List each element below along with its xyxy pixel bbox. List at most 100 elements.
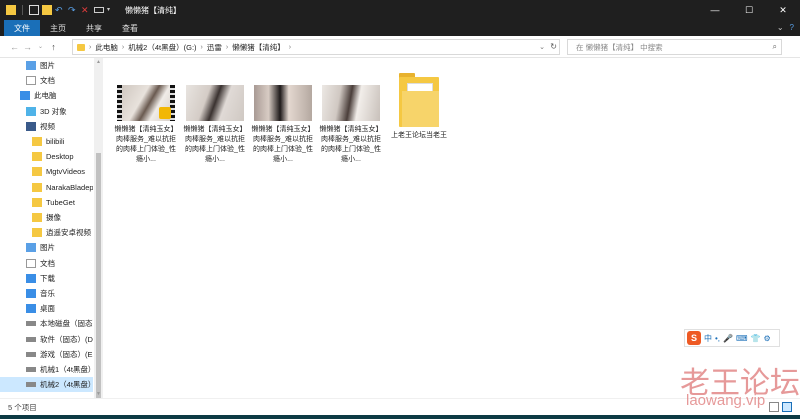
folder-icon xyxy=(32,197,42,207)
tab-file[interactable]: 文件 xyxy=(4,20,40,36)
folder-icon xyxy=(32,228,42,238)
sidebar-item[interactable]: 机械1（4t黑盘） xyxy=(0,362,93,377)
tab-home[interactable]: 主页 xyxy=(40,20,76,36)
file-name: 懒懒猪【清纯玉女】肉棒服务_难以抗拒的肉棒上门体验_性瘾小... xyxy=(183,126,247,163)
sidebar-scrollbar[interactable]: ▲ ▼ xyxy=(94,58,103,398)
downloads-icon xyxy=(26,273,36,283)
sidebar-item[interactable]: 图片 xyxy=(0,58,93,73)
sidebar-item[interactable]: 软件（固态）(D xyxy=(0,332,93,347)
sidebar-item-label: 摄像 xyxy=(46,213,61,222)
sidebar-item[interactable]: 此电脑 xyxy=(0,88,93,103)
search-icon: ⌕ xyxy=(772,42,777,51)
sidebar-item[interactable]: 本地磁盘（固态） xyxy=(0,316,93,331)
desktop-background xyxy=(0,415,800,419)
minimize-button[interactable]: — xyxy=(698,0,732,20)
delete-icon[interactable]: ✕ xyxy=(81,5,91,15)
pictures-icon xyxy=(26,243,36,253)
close-button[interactable]: ✕ xyxy=(766,0,800,20)
sidebar-item[interactable]: TubeGet xyxy=(0,195,93,210)
up-arrow-icon[interactable]: ↑ xyxy=(47,42,60,52)
videos-icon xyxy=(26,121,36,131)
scroll-up-icon[interactable]: ▲ xyxy=(95,59,102,65)
folder-icon xyxy=(32,167,42,177)
music-icon xyxy=(26,289,36,298)
sidebar-item[interactable]: 桌面 xyxy=(0,301,93,316)
ribbon-tabs: 文件 主页 共享 查看 ⌄ ? xyxy=(0,20,800,36)
sogou-logo-icon[interactable]: S xyxy=(687,331,701,345)
large-icons-view-button[interactable] xyxy=(782,402,792,412)
watermark-url: laowang.vip xyxy=(686,392,766,409)
sidebar-item-label: 音乐 xyxy=(40,289,55,298)
sidebar-item[interactable]: NarakaBladepoint xyxy=(0,180,93,195)
file-item[interactable]: 懒懒猪【清纯玉女】肉棒服务_难以抗拒的肉棒上门体验_性瘾小... xyxy=(319,85,383,165)
expand-ribbon-icon[interactable]: ⌄ xyxy=(777,23,784,32)
rename-icon[interactable] xyxy=(94,7,104,13)
navigation-pane: 机械2（4t黑盘） 机械1（4t黑盘） 游戏（固态）(E 软件（固态）(D 本地磁盘（固… xyxy=(0,58,103,398)
video-thumbnail xyxy=(186,85,244,121)
sidebar-item[interactable]: 摄像 xyxy=(0,210,93,225)
sidebar-item-label: 本地磁盘（固态） xyxy=(40,319,93,329)
scroll-down-icon[interactable]: ▼ xyxy=(95,391,102,397)
chevron-right-icon: › xyxy=(288,43,292,51)
file-item[interactable]: 懒懒猪【清纯玉女】肉棒服务_难以抗拒的肉棒上门体验_性瘾小... xyxy=(114,85,178,165)
pictures-icon xyxy=(26,61,36,70)
sidebar-item[interactable]: MgtvVideos xyxy=(0,164,93,179)
sidebar-item[interactable]: 文档 xyxy=(0,256,93,271)
ime-mode-toggle[interactable]: 中 xyxy=(704,333,712,344)
settings-icon[interactable]: ⚙ xyxy=(764,334,771,343)
sidebar-item[interactable]: 游戏（固态）(E xyxy=(0,347,93,362)
properties-icon[interactable] xyxy=(29,5,39,15)
refresh-icon[interactable]: ↻ xyxy=(550,42,557,51)
sidebar-item-label: MgtvVideos xyxy=(46,167,86,177)
tab-share[interactable]: 共享 xyxy=(76,20,112,36)
sidebar-item[interactable]: Desktop xyxy=(0,149,93,164)
details-view-button[interactable] xyxy=(769,402,779,412)
help-icon[interactable]: ? xyxy=(790,23,794,32)
breadcrumb-drive[interactable]: 机械2（4t黑盘）(G:) xyxy=(128,42,196,53)
back-arrow-icon[interactable]: ← xyxy=(8,42,21,52)
maximize-button[interactable]: ☐ xyxy=(732,0,766,20)
breadcrumb-this-pc[interactable]: 此电脑 xyxy=(95,42,118,53)
sidebar-item[interactable]: 文档 xyxy=(0,73,93,88)
address-bar[interactable]: › 此电脑 › 机械2（4t黑盘）(G:) › 迅雷 › 懒懒猪【清纯】 › ⌄… xyxy=(72,39,560,55)
scrollbar-thumb[interactable] xyxy=(96,153,101,398)
sidebar-item[interactable]: 逍遥安卓视频 xyxy=(0,225,93,240)
keyboard-icon[interactable]: ⌨ xyxy=(736,334,748,343)
sidebar-item-label: 游戏（固态）(E xyxy=(40,349,93,359)
microphone-icon[interactable]: 🎤 xyxy=(723,334,733,343)
file-item[interactable]: 懒懒猪【清纯玉女】肉棒服务_难以抗拒的肉棒上门体验_性瘾小... xyxy=(183,85,247,165)
sidebar-item-label: 图片 xyxy=(40,243,55,253)
sidebar-item-label: TubeGet xyxy=(46,197,75,207)
sidebar-item[interactable]: 机械2（4t黑盘） xyxy=(0,377,93,393)
skin-icon[interactable]: 👕 xyxy=(751,334,761,343)
new-folder-icon[interactable] xyxy=(42,5,52,15)
sidebar-item-label: 桌面 xyxy=(40,304,55,314)
sidebar-item[interactable]: 视频 xyxy=(0,119,93,134)
tab-view[interactable]: 查看 xyxy=(112,20,148,36)
sidebar-item[interactable]: 下载 xyxy=(0,271,93,286)
sidebar-item[interactable]: 3D 对象 xyxy=(0,104,93,119)
search-input[interactable]: 在 懒懒猪【清纯】 中搜索 ⌕ xyxy=(567,39,782,55)
customize-toolbar-icon[interactable]: ▾ xyxy=(107,5,117,15)
chevron-down-icon[interactable]: ⌄ xyxy=(539,43,545,51)
recent-locations-icon[interactable]: ⌄ xyxy=(34,43,47,50)
breadcrumb-current-folder[interactable]: 懒懒猪【清纯】 xyxy=(232,42,285,53)
forward-arrow-icon[interactable]: → xyxy=(21,42,34,52)
sidebar-item-label: 下载 xyxy=(40,273,55,283)
documents-icon xyxy=(26,258,36,268)
file-item[interactable]: 懒懒猪【清纯玉女】肉棒服务_难以抗拒的肉棒上门体验_性瘾小... xyxy=(251,85,315,165)
folder-icon xyxy=(77,43,85,51)
file-name: 懒懒猪【清纯玉女】肉棒服务_难以抗拒的肉棒上门体验_性瘾小... xyxy=(319,126,383,163)
breadcrumb-xunlei[interactable]: 迅雷 xyxy=(207,42,222,53)
undo-icon[interactable]: ↶ xyxy=(55,5,65,15)
pc-icon xyxy=(20,91,30,101)
folder-icon xyxy=(6,5,16,15)
folder-icon xyxy=(32,213,42,222)
sidebar-item[interactable]: bilibili xyxy=(0,134,93,149)
folder-item[interactable]: 上老王论坛当老王 xyxy=(387,73,451,141)
sidebar-item[interactable]: 图片 xyxy=(0,240,93,255)
sidebar-item[interactable]: 音乐 xyxy=(0,286,93,301)
redo-icon[interactable]: ↷ xyxy=(68,5,78,15)
sidebar-item-label: 此电脑 xyxy=(34,91,57,101)
punctuation-icon[interactable]: •, xyxy=(715,334,720,343)
